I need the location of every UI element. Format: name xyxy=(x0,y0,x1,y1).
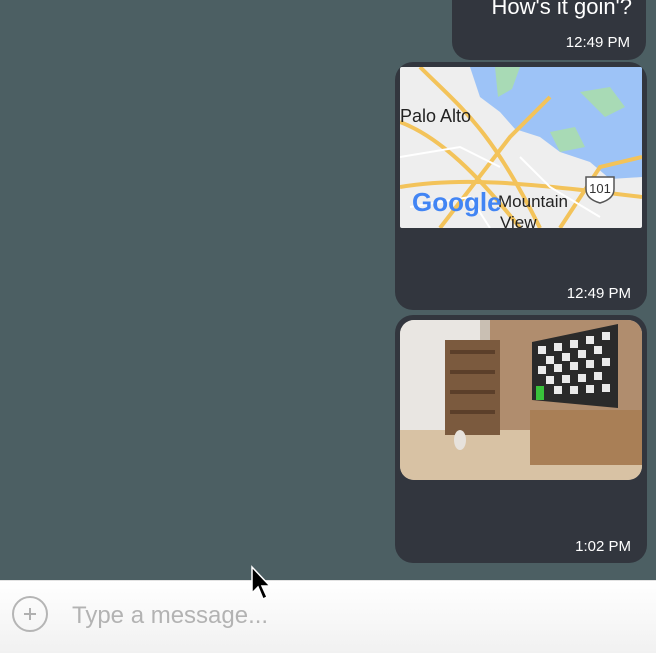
image-thumbnail[interactable] xyxy=(400,320,642,480)
message-timestamp: 1:02 PM xyxy=(575,538,631,555)
add-attachment-icon[interactable] xyxy=(12,596,48,632)
message-bubble-text[interactable]: How's it goin'? 12:49 PM xyxy=(452,0,646,60)
map-city-label: Palo Alto xyxy=(400,106,471,126)
message-bubble-image[interactable]: 1:02 PM xyxy=(395,315,647,563)
message-text: How's it goin'? xyxy=(491,0,632,19)
message-composer xyxy=(0,580,656,653)
mouse-cursor-icon xyxy=(251,565,272,601)
message-bubble-map[interactable]: 101 Palo Alto Mountain View Google 12:49… xyxy=(395,62,647,310)
chat-message-list[interactable]: How's it goin'? 12:49 PM 101 Palo Alto M… xyxy=(0,0,656,580)
google-logo: Google xyxy=(412,187,502,217)
message-timestamp: 12:49 PM xyxy=(566,285,631,302)
message-input[interactable] xyxy=(70,593,634,639)
map-city-label: View xyxy=(500,213,537,228)
map-highway-label: 101 xyxy=(589,181,611,196)
map-thumbnail[interactable]: 101 Palo Alto Mountain View Google xyxy=(400,67,642,228)
map-city-label: Mountain xyxy=(498,192,568,211)
message-timestamp: 12:49 PM xyxy=(565,34,630,51)
